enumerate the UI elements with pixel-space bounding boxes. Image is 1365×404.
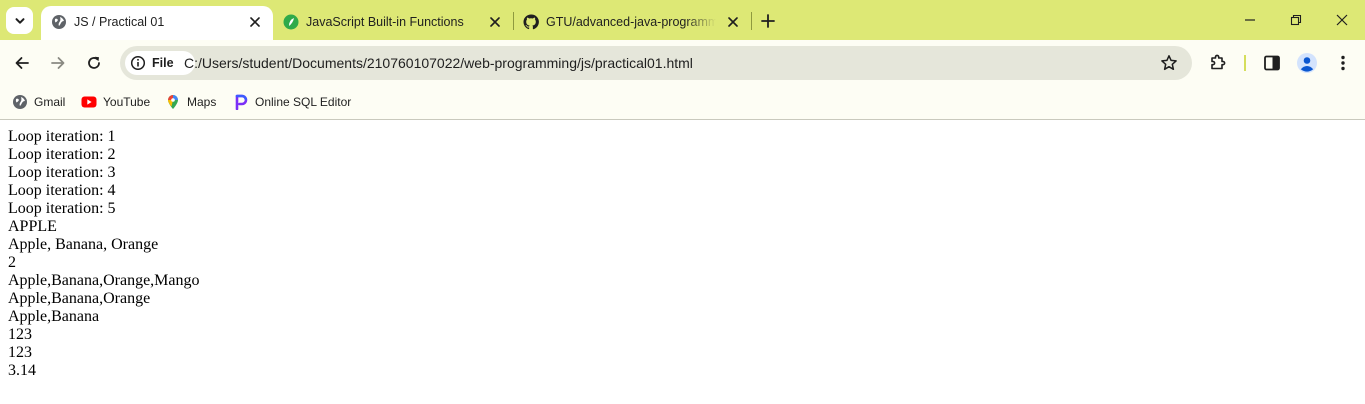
globe-icon (12, 94, 28, 110)
bookmarks-bar: Gmail YouTube Maps Online SQL Editor (0, 86, 1365, 120)
toolbar: File C:/Users/student/Documents/21076010… (0, 40, 1365, 86)
output-line: 2 (8, 254, 16, 271)
tab-github-repo[interactable]: GTU/advanced-java-programming (513, 6, 751, 40)
tab-separator (751, 12, 752, 30)
output-line: Loop iteration: 4 (8, 182, 116, 199)
sql-editor-icon (233, 94, 249, 110)
output-line: Loop iteration: 5 (8, 200, 116, 217)
profile-button[interactable] (1295, 51, 1319, 75)
output-line: Apple,Banana (8, 308, 100, 325)
bookmark-label: Gmail (34, 95, 66, 109)
output-line: 3.14 (8, 362, 36, 379)
maps-pin-icon (165, 94, 181, 110)
output-line: 123 (8, 326, 32, 343)
bookmark-star-icon[interactable] (1160, 54, 1178, 72)
output-line: Apple,Banana,Orange (8, 290, 151, 307)
bookmark-online-sql-editor[interactable]: Online SQL Editor (233, 91, 351, 113)
output-line: Loop iteration: 2 (8, 146, 116, 163)
address-bar[interactable]: File C:/Users/student/Documents/21076010… (120, 46, 1192, 80)
reload-icon (88, 56, 100, 69)
avatar-icon (1297, 53, 1317, 73)
output-line: Apple, Banana, Orange (8, 236, 159, 253)
close-tab-button[interactable] (247, 14, 263, 30)
output-line: APPLE (8, 218, 57, 235)
bookmark-label: Online SQL Editor (255, 95, 352, 109)
output-line: 123 (8, 344, 32, 361)
info-icon (130, 55, 146, 71)
output-line: Loop iteration: 1 (8, 128, 116, 145)
bookmark-label: YouTube (103, 95, 151, 109)
restore-icon (1290, 14, 1302, 26)
close-icon (490, 17, 500, 27)
green-leaf-icon (283, 14, 299, 30)
bookmark-label: Maps (187, 95, 217, 109)
minimize-icon (1245, 19, 1255, 21)
chevron-down-icon (15, 17, 24, 24)
side-panel-icon (1264, 55, 1280, 71)
side-panel-button[interactable] (1260, 51, 1284, 75)
bookmark-maps[interactable]: Maps (165, 91, 216, 113)
restore-button[interactable] (1273, 0, 1319, 40)
close-icon (250, 17, 260, 27)
menu-button[interactable] (1331, 51, 1355, 75)
tab-js-builtin-functions[interactable]: JavaScript Built-in Functions (273, 6, 513, 40)
extensions-button[interactable] (1206, 51, 1230, 75)
puzzle-icon (1211, 54, 1226, 70)
arrow-left-icon (15, 57, 29, 69)
plus-icon (761, 14, 775, 28)
tab-title: GTU/advanced-java-programming (546, 15, 716, 29)
close-tab-button[interactable] (725, 14, 741, 30)
bookmark-youtube[interactable]: YouTube (81, 91, 150, 113)
back-button[interactable] (7, 48, 37, 78)
arrow-right-icon (51, 57, 65, 69)
close-icon (1336, 14, 1348, 26)
youtube-icon (81, 94, 97, 110)
output-line: Apple,Banana,Orange,Mango (8, 272, 200, 289)
tab-search-button[interactable] (6, 7, 33, 34)
minimize-button[interactable] (1227, 0, 1273, 40)
tab-title: JavaScript Built-in Functions (306, 15, 464, 29)
close-icon (728, 17, 738, 27)
output-line: Loop iteration: 3 (8, 164, 116, 181)
url-text[interactable]: C:/Users/student/Documents/210760107022/… (184, 54, 693, 72)
reload-button[interactable] (79, 48, 109, 78)
page-content: Loop iteration: 1 Loop iteration: 2 Loop… (8, 128, 200, 380)
new-tab-button[interactable] (757, 10, 779, 32)
close-tab-button[interactable] (487, 14, 503, 30)
github-icon (523, 14, 539, 30)
tab-js-practical[interactable]: JS / Practical 01 (41, 6, 273, 40)
site-info-label: File (152, 56, 174, 70)
tab-title: JS / Practical 01 (74, 15, 165, 29)
bookmark-gmail[interactable]: Gmail (12, 91, 65, 113)
more-vert-icon (1341, 55, 1345, 71)
tab-strip: JS / Practical 01 JavaScript Built-in Fu… (0, 0, 1365, 40)
forward-button[interactable] (43, 48, 73, 78)
close-window-button[interactable] (1319, 0, 1365, 40)
globe-icon (52, 15, 66, 29)
toolbar-divider (1244, 55, 1246, 71)
